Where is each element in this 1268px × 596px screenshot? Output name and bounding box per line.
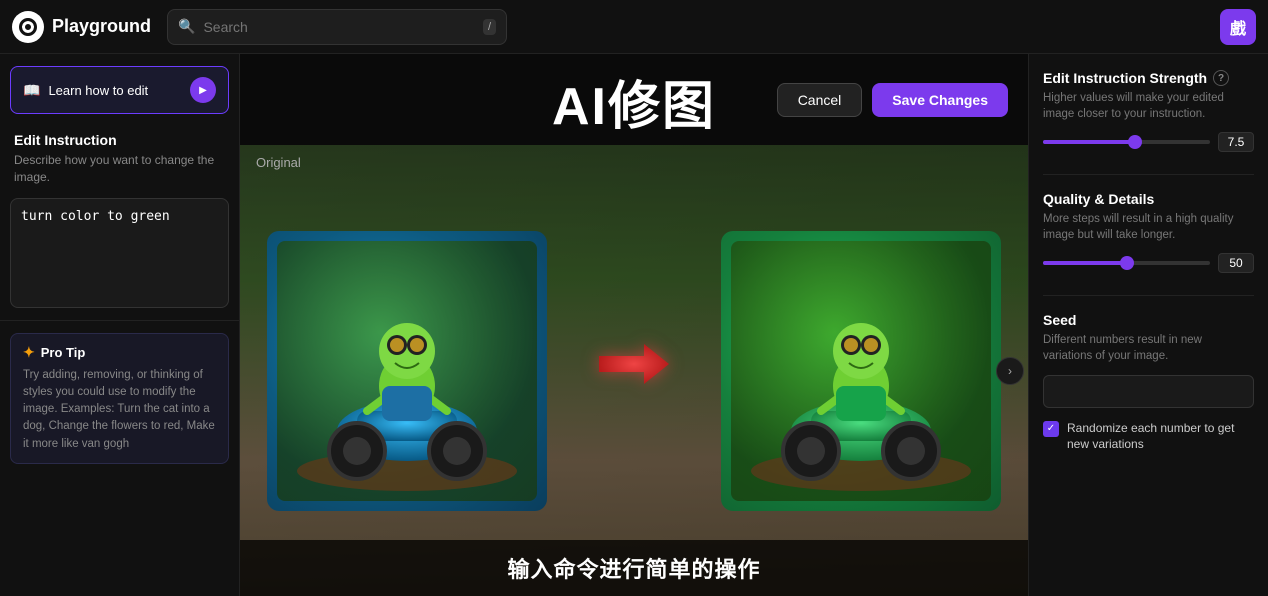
quality-section: Quality & Details More steps will result…	[1043, 191, 1254, 273]
original-label: Original	[256, 155, 301, 170]
edit-strength-section: Edit Instruction Strength ? Higher value…	[1043, 70, 1254, 152]
original-image	[267, 231, 547, 511]
learn-how-to-edit-button[interactable]: 📖 Learn how to edit ▶	[10, 66, 229, 114]
pro-tip-label: Pro Tip	[41, 345, 86, 360]
seed-desc: Different numbers result in new variatio…	[1043, 332, 1254, 364]
image-area: Original	[240, 145, 1028, 596]
search-shortcut: /	[483, 19, 496, 35]
header-buttons: Cancel Save Changes	[777, 83, 1008, 117]
book-icon: 📖	[23, 82, 40, 99]
left-sidebar: 📖 Learn how to edit ▶ Edit Instruction D…	[0, 54, 240, 596]
seed-section: Seed Different numbers result in new var…	[1043, 312, 1254, 453]
brand-logo	[19, 18, 37, 36]
edit-instruction-title: Edit Instruction	[14, 132, 225, 148]
quality-slider-thumb[interactable]	[1120, 256, 1134, 270]
edited-image	[721, 231, 1001, 511]
brand-name: Playground	[52, 16, 151, 37]
chevron-right-button[interactable]: ›	[996, 357, 1024, 385]
quality-desc: More steps will result in a high quality…	[1043, 211, 1254, 243]
edit-strength-slider-track[interactable]	[1043, 140, 1210, 144]
quality-title: Quality & Details	[1043, 191, 1254, 207]
quality-slider-container: 50	[1043, 253, 1254, 273]
seed-title: Seed	[1043, 312, 1254, 328]
quality-value: 50	[1218, 253, 1254, 273]
arrow-container	[594, 334, 674, 408]
save-changes-button[interactable]: Save Changes	[872, 83, 1008, 117]
arrow-icon	[594, 334, 674, 408]
sidebar-divider	[0, 320, 239, 321]
brand-icon	[12, 11, 44, 43]
pro-tip-box: ✦ Pro Tip Try adding, removing, or think…	[10, 333, 229, 464]
brand: Playground	[12, 11, 151, 43]
play-icon[interactable]: ▶	[190, 77, 216, 103]
scene-inner	[240, 145, 1028, 596]
edit-instruction-section: Edit Instruction Describe how you want t…	[0, 122, 239, 192]
star-icon: ✦	[23, 344, 35, 361]
randomize-checkbox[interactable]	[1043, 421, 1059, 437]
edit-strength-help-icon[interactable]: ?	[1213, 70, 1229, 86]
pro-tip-text: Try adding, removing, or thinking of sty…	[23, 367, 216, 453]
edit-strength-slider-fill	[1043, 140, 1135, 144]
seed-input[interactable]	[1043, 375, 1254, 408]
topnav: Playground 🔍 / 戲	[0, 0, 1268, 54]
edit-strength-slider-container: 7.5	[1043, 132, 1254, 152]
cancel-button[interactable]: Cancel	[777, 83, 863, 117]
page-title: AI修图	[552, 64, 716, 139]
original-image-panel	[240, 145, 574, 596]
edit-strength-value: 7.5	[1218, 132, 1254, 152]
search-bar[interactable]: 🔍 /	[167, 9, 507, 45]
avatar[interactable]: 戲	[1220, 9, 1256, 45]
rs-divider-2	[1043, 295, 1254, 296]
image-placeholder: 输入命令进行简单的操作	[240, 145, 1028, 596]
learn-btn-label: Learn how to edit	[48, 83, 182, 98]
search-input[interactable]	[203, 19, 475, 35]
edit-instruction-textarea[interactable]: turn color to green	[10, 198, 229, 308]
edit-strength-title: Edit Instruction Strength ?	[1043, 70, 1254, 86]
pro-tip-title: ✦ Pro Tip	[23, 344, 216, 361]
center-content: AI修图 Cancel Save Changes Original	[240, 54, 1028, 596]
randomize-label: Randomize each number to get new variati…	[1067, 420, 1254, 454]
randomize-row: Randomize each number to get new variati…	[1043, 420, 1254, 454]
edit-strength-desc: Higher values will make your edited imag…	[1043, 90, 1254, 122]
edit-strength-slider-thumb[interactable]	[1128, 135, 1142, 149]
quality-slider-fill	[1043, 261, 1127, 265]
center-header: AI修图 Cancel Save Changes	[240, 54, 1028, 145]
search-icon: 🔍	[178, 18, 195, 35]
quality-slider-track[interactable]	[1043, 261, 1210, 265]
main-layout: 📖 Learn how to edit ▶ Edit Instruction D…	[0, 54, 1268, 596]
edited-image-panel	[694, 145, 1028, 596]
edit-instruction-desc: Describe how you want to change the imag…	[14, 152, 225, 186]
rs-divider-1	[1043, 174, 1254, 175]
right-sidebar: Edit Instruction Strength ? Higher value…	[1028, 54, 1268, 596]
